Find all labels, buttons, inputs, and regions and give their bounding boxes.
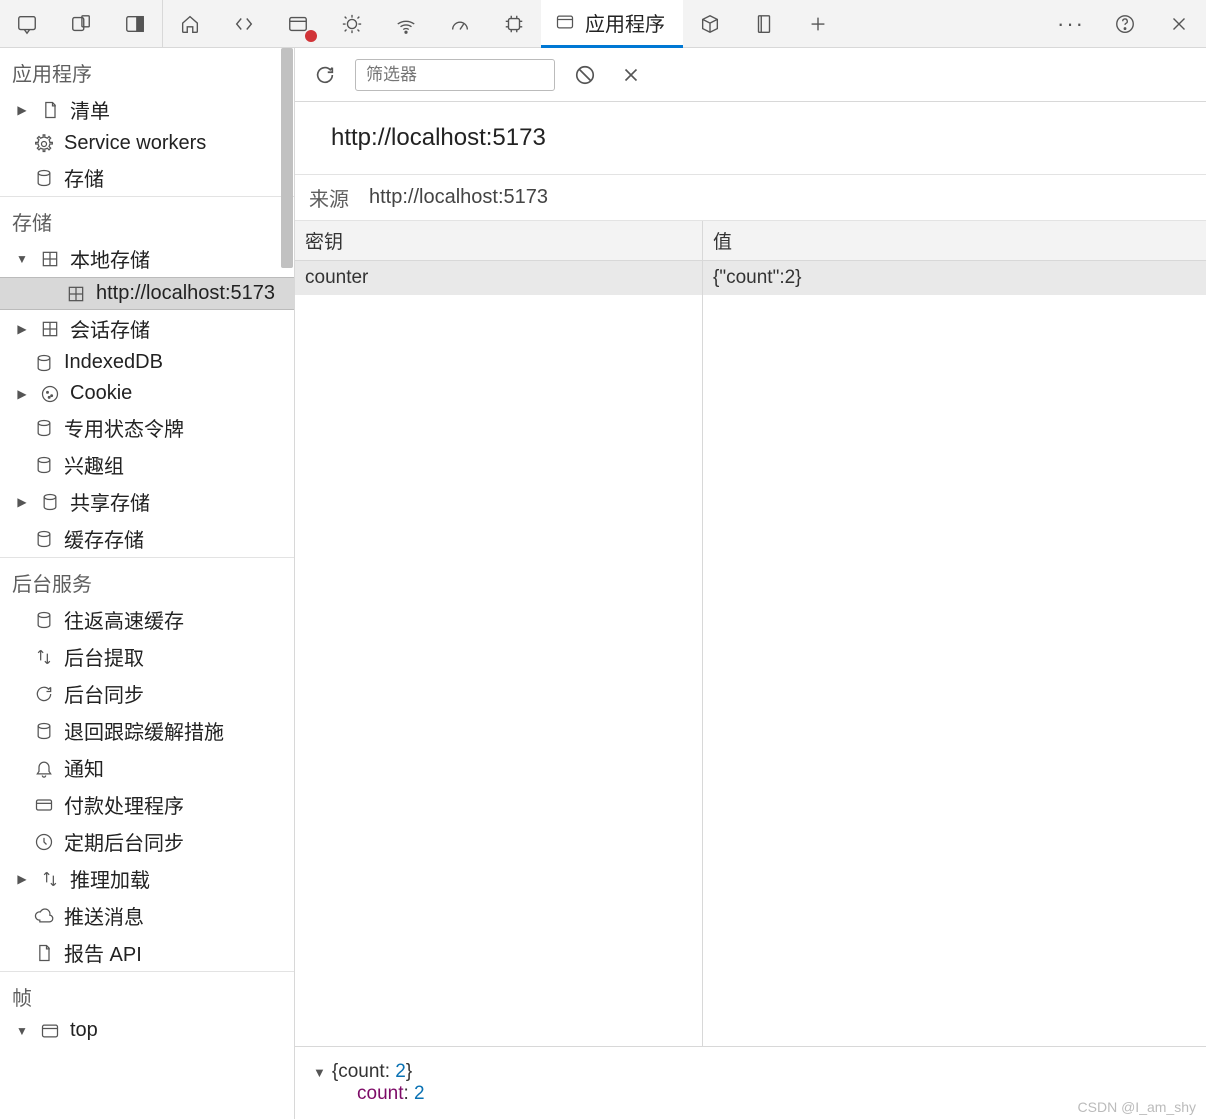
close-devtools-icon[interactable] <box>1152 0 1206 48</box>
sidebar-item-bg-fetch[interactable]: 后台提取 <box>0 638 294 675</box>
sidebar-item-local-storage-origin[interactable]: http://localhost:5173 <box>0 277 294 310</box>
device-toggle-icon[interactable] <box>54 0 108 48</box>
network-tab-icon[interactable] <box>379 0 433 48</box>
sidebar-item-bf-cache[interactable]: 往返高速缓存 <box>0 601 294 638</box>
sidebar-item-periodic-sync[interactable]: 定期后台同步 <box>0 823 294 860</box>
sidebar-item-storage[interactable]: 存储 <box>0 159 294 196</box>
origin-title: http://localhost:5173 <box>295 102 1206 174</box>
section-title-frames: 帧 <box>0 972 294 1015</box>
cell-value[interactable]: {"count":2} <box>703 261 1206 295</box>
memory-tab-icon[interactable] <box>487 0 541 48</box>
section-title-bgsvc: 后台服务 <box>0 558 294 601</box>
elements-tab-icon[interactable] <box>217 0 271 48</box>
watermark: CSDN @I_am_shy <box>1078 1099 1196 1115</box>
more-tools-icon[interactable]: ··· <box>1044 0 1098 48</box>
sidebar-item-interest-groups[interactable]: 兴趣组 <box>0 446 294 483</box>
sidebar-item-push-messaging[interactable]: 推送消息 <box>0 897 294 934</box>
sidebar-item-shared-storage[interactable]: ▶共享存储 <box>0 483 294 520</box>
devtools-tabbar: 应用程序 ··· <box>0 0 1206 48</box>
application-tab[interactable]: 应用程序 <box>541 0 683 48</box>
col-header-value[interactable]: 值 <box>703 221 1206 260</box>
storage-table: 密钥 值 counter {"count":2} <box>295 221 1206 1047</box>
sidebar-item-speculative-loads[interactable]: ▶推理加载 <box>0 860 294 897</box>
sources-tab-icon[interactable] <box>271 0 325 48</box>
performance-tab-icon[interactable] <box>433 0 487 48</box>
3d-view-tab-icon[interactable] <box>683 0 737 48</box>
cell-key[interactable]: counter <box>295 261 703 295</box>
expand-object-icon[interactable]: ▼ <box>313 1065 326 1080</box>
sidebar-item-cache-storage[interactable]: 缓存存储 <box>0 520 294 557</box>
app-window-icon <box>555 12 575 32</box>
clear-all-button[interactable] <box>569 59 601 91</box>
refresh-button[interactable] <box>309 59 341 91</box>
sidebar-item-service-workers[interactable]: Service workers <box>0 128 294 159</box>
sidebar-item-reporting-api[interactable]: 报告 API <box>0 934 294 971</box>
table-row[interactable]: counter {"count":2} <box>295 261 1206 295</box>
section-title-storage: 存储 <box>0 197 294 240</box>
scrollbar-thumb[interactable] <box>281 48 293 268</box>
origin-label: 来源 <box>309 183 349 212</box>
new-tab-icon[interactable] <box>791 0 845 48</box>
application-tab-label: 应用程序 <box>585 8 665 37</box>
delete-selected-button[interactable] <box>615 59 647 91</box>
sidebar-item-manifest[interactable]: ▶清单 <box>0 91 294 128</box>
sidebar-item-indexeddb[interactable]: IndexedDB <box>0 347 294 378</box>
welcome-tab-icon[interactable] <box>163 0 217 48</box>
origin-row: 来源 http://localhost:5173 <box>295 174 1206 221</box>
sidebar-item-payment-handler[interactable]: 付款处理程序 <box>0 786 294 823</box>
sidebar-item-session-storage[interactable]: ▶会话存储 <box>0 310 294 347</box>
help-icon[interactable] <box>1098 0 1152 48</box>
origin-value: http://localhost:5173 <box>369 186 548 209</box>
sidebar-item-bounce-tracking[interactable]: 退回跟踪缓解措施 <box>0 712 294 749</box>
inspect-icon[interactable] <box>0 0 54 48</box>
storage-toolbar <box>295 48 1206 102</box>
main-panel: http://localhost:5173 来源 http://localhos… <box>295 48 1206 1119</box>
object-preview[interactable]: ▼{count: 2} count: 2 <box>295 1047 1206 1119</box>
sidebar-item-cookie[interactable]: ▶Cookie <box>0 378 294 409</box>
object-property-value: 2 <box>414 1083 425 1104</box>
col-header-key[interactable]: 密钥 <box>295 221 703 260</box>
section-title-app: 应用程序 <box>0 48 294 91</box>
sidebar-item-notifications[interactable]: 通知 <box>0 749 294 786</box>
docs-tab-icon[interactable] <box>737 0 791 48</box>
dock-side-icon[interactable] <box>108 0 162 48</box>
sidebar-item-bg-sync[interactable]: 后台同步 <box>0 675 294 712</box>
object-property-name: count <box>357 1083 403 1104</box>
sidebar-item-private-tokens[interactable]: 专用状态令牌 <box>0 409 294 446</box>
application-sidebar: 应用程序 ▶清单 Service workers 存储 存储 ▼本地存储 htt… <box>0 48 295 1119</box>
sidebar-item-frame-top[interactable]: ▼top <box>0 1015 294 1046</box>
table-empty-area[interactable] <box>295 295 1206 1046</box>
filter-input[interactable] <box>355 59 555 91</box>
debugger-tab-icon[interactable] <box>325 0 379 48</box>
sidebar-item-local-storage[interactable]: ▼本地存储 <box>0 240 294 277</box>
